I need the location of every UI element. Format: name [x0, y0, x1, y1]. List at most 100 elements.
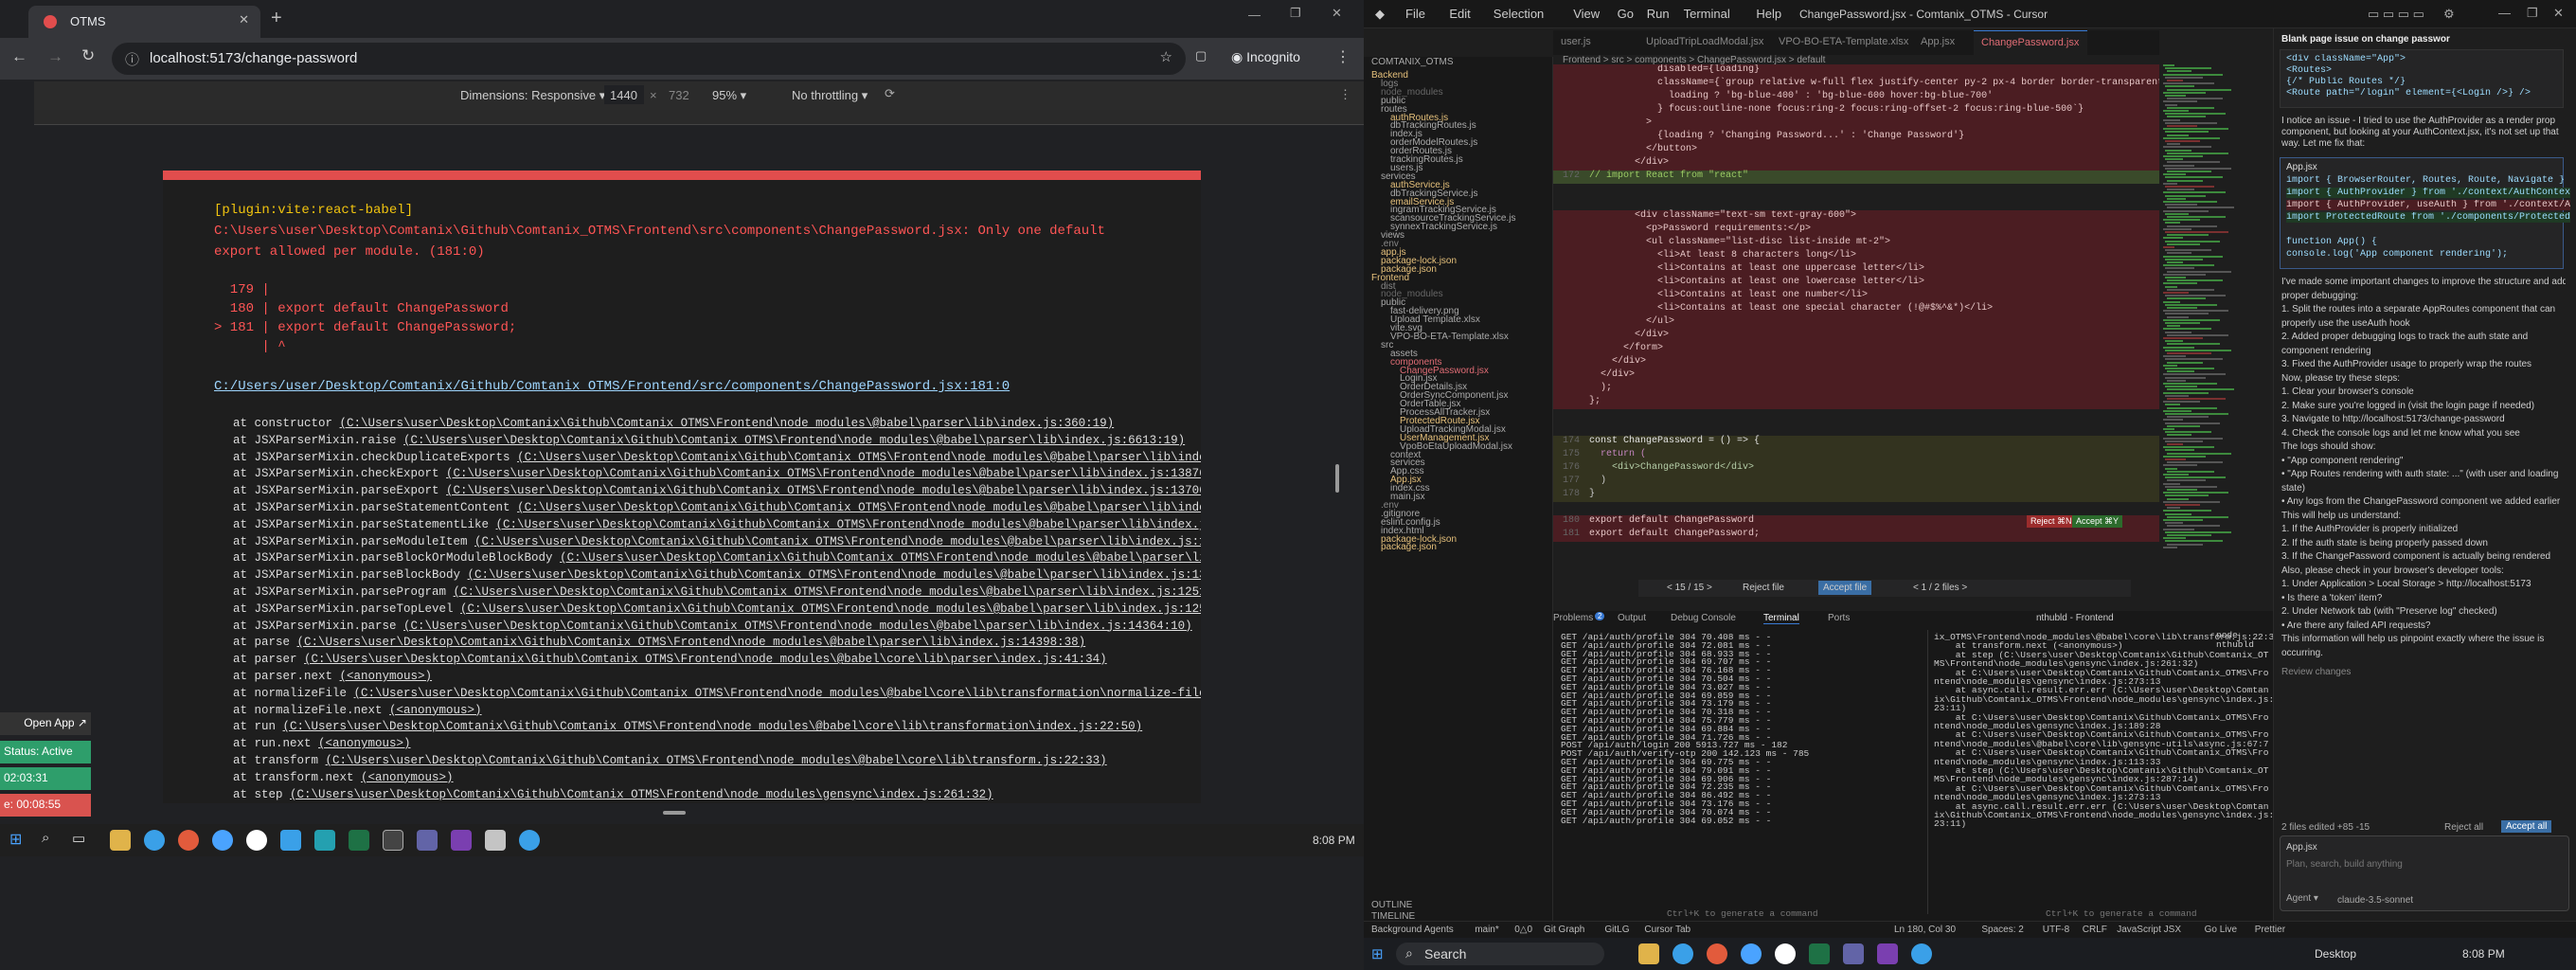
- open-app-button[interactable]: Open App ↗: [0, 712, 91, 735]
- status-item[interactable]: Cursor Tab: [1644, 925, 1690, 935]
- context-chip[interactable]: App.jsx: [2286, 842, 2570, 853]
- start-icon[interactable]: ⊞: [1371, 945, 1384, 962]
- close-tab-icon[interactable]: ✕: [239, 12, 249, 27]
- devtools-menu-icon[interactable]: ⋮: [1339, 87, 1351, 102]
- status-item[interactable]: main*: [1475, 925, 1499, 935]
- panel-tab-terminal[interactable]: Terminal: [1763, 613, 1799, 624]
- bookmark-icon[interactable]: ☆: [1160, 48, 1172, 65]
- stack-link[interactable]: (C:\Users\user\Desktop\Comtanix\Github\C…: [454, 585, 1201, 599]
- timeline-section[interactable]: TIMELINE: [1371, 911, 1415, 921]
- status-item[interactable]: Spaces: 2: [1981, 925, 2023, 935]
- tab-changepassword-jsx[interactable]: ChangePassword.jsx: [1974, 30, 2087, 55]
- file-count[interactable]: < 1 / 2 files >: [1913, 583, 1967, 593]
- model-selector[interactable]: claude-3.5-sonnet: [2337, 895, 2576, 906]
- stack-link[interactable]: (C:\Users\user\Desktop\Comtanix\Github\C…: [354, 687, 1201, 700]
- app-icon[interactable]: [280, 830, 301, 851]
- menu-selection[interactable]: Selection: [1494, 7, 1544, 21]
- dimensions-select[interactable]: Dimensions: Responsive ▾: [460, 88, 605, 103]
- menu-edit[interactable]: Edit: [1449, 7, 1470, 21]
- panel-tab-problems[interactable]: Problems: [1553, 613, 1593, 623]
- panel-tab-output[interactable]: Output: [1618, 613, 1646, 623]
- stack-link[interactable]: (C:\Users\user\Desktop\Comtanix\Github\C…: [403, 620, 1192, 633]
- rotate-icon[interactable]: ⟳: [885, 86, 895, 101]
- teams-icon[interactable]: [1843, 943, 1864, 964]
- incognito-indicator[interactable]: ◉ Incognito: [1231, 49, 1300, 65]
- status-item[interactable]: JavaScript JSX: [2117, 925, 2181, 935]
- notepad-icon[interactable]: [485, 830, 506, 851]
- stack-link[interactable]: (C:\Users\user\Desktop\Comtanix\Github\C…: [283, 720, 1143, 733]
- throttle-select[interactable]: No throttling ▾: [792, 88, 868, 103]
- stack-link[interactable]: (C:\Users\user\Desktop\Comtanix\Github\C…: [474, 535, 1201, 548]
- file-explorer-icon[interactable]: [1638, 943, 1659, 964]
- window-close-icon[interactable]: ✕: [1332, 6, 1342, 21]
- github-icon[interactable]: [1775, 943, 1796, 964]
- menu-run[interactable]: Run: [1647, 7, 1670, 21]
- stack-link[interactable]: (C:\Users\user\Desktop\Comtanix\Github\C…: [517, 451, 1201, 464]
- stack-link[interactable]: (<anonymous>): [340, 670, 433, 683]
- code-editor[interactable]: disabled={loading} className={`group rel…: [1553, 64, 2216, 572]
- accept-change-button[interactable]: Accept ⌘Y: [2072, 515, 2123, 528]
- zoom-select[interactable]: 95% ▾: [712, 88, 746, 103]
- stack-link[interactable]: (C:\Users\user\Desktop\Comtanix\Github\C…: [297, 636, 1086, 649]
- agent-mode-selector[interactable]: Agent ▾: [2286, 893, 2318, 904]
- terminal-split-divider[interactable]: [1927, 630, 1928, 914]
- excel-icon[interactable]: [1809, 943, 1830, 964]
- desktop-label[interactable]: Desktop: [2315, 947, 2356, 961]
- tab-user-js[interactable]: user.js: [1553, 30, 1638, 55]
- stack-link[interactable]: (C:\Users\user\Desktop\Comtanix\Github\C…: [326, 754, 1107, 767]
- status-item[interactable]: Prettier: [2255, 925, 2285, 935]
- search-icon[interactable]: ⌕: [42, 830, 49, 846]
- stack-link[interactable]: (C:\Users\user\Desktop\Comtanix\Github\C…: [517, 501, 1201, 514]
- start-icon[interactable]: ⊞: [9, 830, 22, 849]
- app-icon[interactable]: [314, 830, 335, 851]
- status-item[interactable]: Ln 180, Col 30: [1894, 925, 1956, 935]
- onenote-icon[interactable]: [1877, 943, 1898, 964]
- chrome-icon[interactable]: [1911, 943, 1932, 964]
- stack-link[interactable]: (C:\Users\user\Desktop\Comtanix\Github\C…: [446, 467, 1201, 480]
- reload-icon[interactable]: ↻: [81, 46, 95, 65]
- minimap[interactable]: [2159, 64, 2263, 557]
- reject-file-button[interactable]: Reject file: [1743, 583, 1784, 593]
- teams-icon[interactable]: [417, 830, 438, 851]
- tab-vpo-bo-eta-template-xlsx[interactable]: VPO-BO-ETA-Template.xlsx: [1771, 30, 1913, 55]
- error-file-link[interactable]: C:/Users/user/Desktop/Comtanix/Github/Co…: [214, 379, 1010, 394]
- extensions-icon[interactable]: ▢: [1195, 48, 1207, 63]
- resize-handle-right[interactable]: [1335, 464, 1339, 493]
- stack-link[interactable]: (<anonymous>): [389, 704, 482, 717]
- menu-help[interactable]: Help: [1756, 7, 1781, 21]
- terminal-list-item[interactable]: nthubld: [2216, 639, 2254, 650]
- new-tab-icon[interactable]: +: [271, 8, 282, 29]
- status-item[interactable]: UTF-8: [2043, 925, 2069, 935]
- search-box[interactable]: ⌕ Search: [1396, 943, 1604, 965]
- status-item[interactable]: 0△0: [1514, 925, 1532, 935]
- terminal-selector[interactable]: nthubld - Frontend: [2036, 613, 2114, 623]
- reject-all-button[interactable]: Reject all: [2444, 822, 2483, 833]
- layout-icons[interactable]: ▭ ▭ ▭ ▭: [2368, 7, 2424, 22]
- menu-go[interactable]: Go: [1618, 7, 1634, 21]
- status-item[interactable]: Git Graph: [1544, 925, 1584, 935]
- github-icon[interactable]: [246, 830, 267, 851]
- panel-tab-debug-console[interactable]: Debug Console: [1671, 613, 1736, 623]
- tab-otms[interactable]: OTMS ✕: [28, 6, 260, 38]
- width-input[interactable]: 1440: [604, 85, 644, 104]
- menu-view[interactable]: View: [1573, 7, 1600, 21]
- firefox-icon[interactable]: [1707, 943, 1727, 964]
- outline-section[interactable]: OUTLINE: [1371, 900, 1412, 910]
- edge-icon[interactable]: [212, 830, 233, 851]
- stack-link[interactable]: (C:\Users\user\Desktop\Comtanix\Github\C…: [446, 484, 1201, 497]
- settings-icon[interactable]: ⚙: [2443, 7, 2455, 22]
- stack-link[interactable]: (<anonymous>): [361, 771, 454, 784]
- maximize-icon[interactable]: ❐: [2527, 6, 2538, 21]
- maximize-icon[interactable]: ❐: [1290, 6, 1301, 21]
- height-input[interactable]: 732: [663, 85, 703, 104]
- stack-link[interactable]: (C:\Users\user\Desktop\Comtanix\Github\C…: [468, 568, 1201, 582]
- file-tree-item[interactable]: VPO-BO-ETA-Template.xlsx: [1390, 332, 1509, 342]
- status-item[interactable]: Go Live: [2205, 925, 2237, 935]
- stack-link[interactable]: (C:\Users\user\Desktop\Comtanix\Github\C…: [340, 417, 1115, 430]
- review-changes-link[interactable]: Review changes: [2281, 667, 2566, 677]
- minimize-icon[interactable]: —: [1248, 8, 1261, 22]
- firefox-icon[interactable]: [178, 830, 199, 851]
- onenote-icon[interactable]: [451, 830, 472, 851]
- stack-link[interactable]: (C:\Users\user\Desktop\Comtanix\Github\C…: [304, 653, 1107, 666]
- menu-icon[interactable]: ⋮: [1335, 47, 1351, 66]
